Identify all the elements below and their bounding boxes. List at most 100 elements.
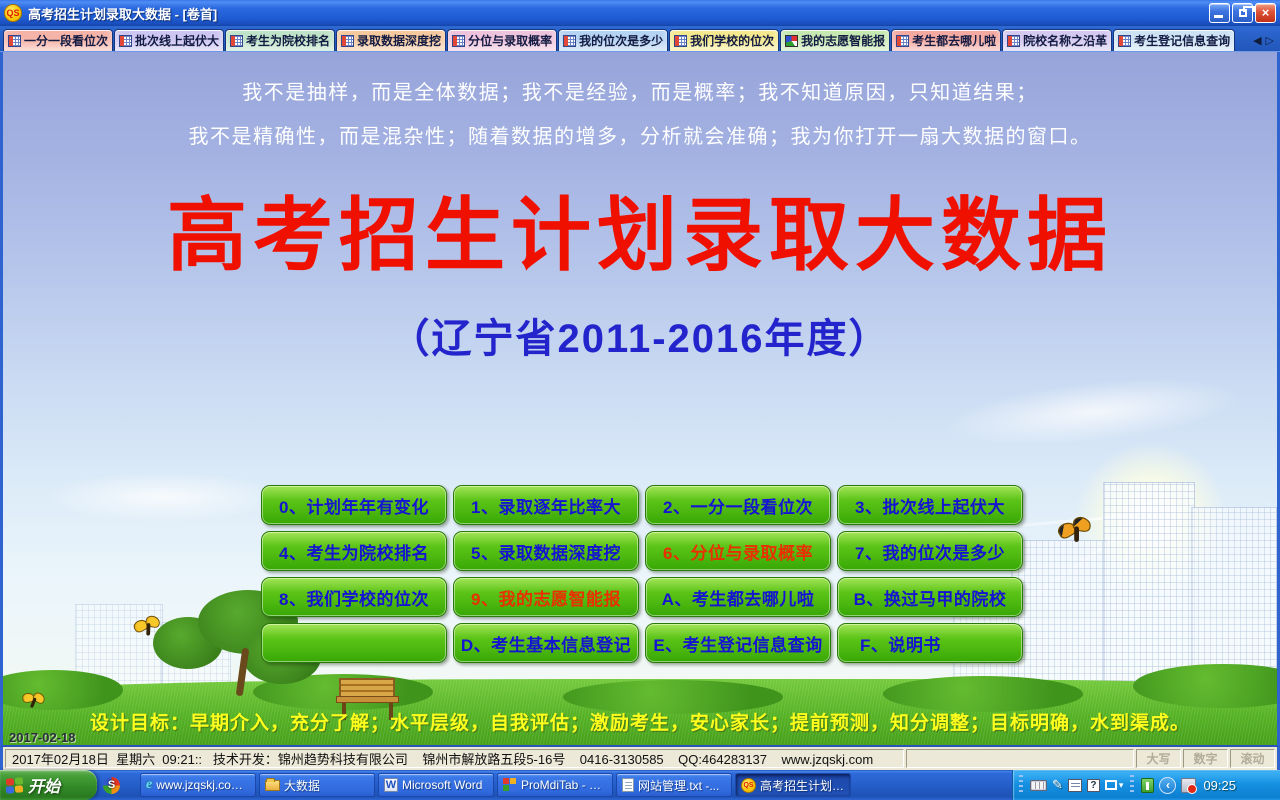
task-label: Microsoft Word [402,778,482,792]
tab-label: 考生登记信息查询 [1134,32,1230,49]
menu-button-plan-changes[interactable]: 0、计划年年有变化 [261,485,447,525]
menu-button-batch-line[interactable]: 3、批次线上起伏大 [837,485,1023,525]
tab-label: 录取数据深度挖 [357,32,441,49]
tab-label: 分位与录取概率 [468,32,552,49]
tray-grip [1019,775,1023,795]
table-icon [341,35,354,47]
cloud-decoration [43,472,283,522]
menu-button-score-segment-rank[interactable]: 2、一分一段看位次 [645,485,831,525]
tab-label: 一分一段看位次 [24,32,108,49]
task-label: 高考招生计划录... [760,777,845,794]
building [1011,540,1107,696]
table-icon [563,35,576,47]
butterfly-icon [133,613,164,639]
window-title: 高考招生计划录取大数据 - [卷首] [28,4,217,23]
minimize-icon [1214,15,1223,18]
keyboard-icon[interactable] [1030,780,1047,791]
start-label: 开始 [28,773,60,797]
menu-button-percentile-probability[interactable]: 6、分位与录取概率 [645,531,831,571]
start-button[interactable]: 开始 [0,770,97,800]
page-title: 高考招生计划录取大数据 [3,194,1277,278]
hide-icons-chevron-icon[interactable]: ‹ [1159,777,1176,794]
task-label: 大数据 [284,777,320,794]
menu-button-smart-application[interactable]: 9、我的志愿智能报 [453,577,639,617]
tab-registration-query[interactable]: 考生登记信息查询 [1113,29,1235,51]
menu-button-manual[interactable]: F、说明书 [837,623,1023,663]
butterfly-icon [1056,513,1096,547]
table-icon [8,35,21,47]
task-word[interactable]: W Microsoft Word [378,773,494,797]
status-info-text: 2017年02月18日 星期六 09:21:: 技术开发：锦州趋势科技有限公司 … [5,749,904,768]
usb-drive-icon[interactable] [1141,778,1154,793]
tab-college-name-history[interactable]: 院校名称之沿革 [1002,29,1112,51]
table-icon [896,35,909,47]
tab-our-school-rank[interactable]: 我们学校的位次 [669,29,779,51]
language-bar-icon[interactable] [1105,780,1117,790]
bush-decoration [883,676,1083,712]
app-logo-icon: QS [741,778,756,793]
quick-launch-icon[interactable]: S [103,777,120,794]
pen-icon[interactable]: ✎ [1052,777,1063,793]
task-alert-icon[interactable] [1181,778,1196,793]
folder-icon [265,780,280,791]
task-label: 网站管理.txt -... [638,777,719,794]
table-icon [230,35,243,47]
page-subtitle: （辽宁省2011-2016年度） [3,306,1277,364]
tab-scroll-right-icon[interactable]: ▷ [1266,34,1274,47]
tab-label: 院校名称之沿革 [1023,32,1107,49]
help-icon[interactable]: ? [1087,779,1100,792]
design-goal-text: 设计目标：早期介入，充分了解；水平层级，自我评估；激励考生，安心家长；提前预测，… [3,708,1277,735]
table-icon [1118,35,1131,47]
task-gaokao-app[interactable]: QS 高考招生计划录... [735,773,851,797]
tab-candidate-college-ranking[interactable]: 考生为院校排名 [225,29,335,51]
slogan-line-2: 我不是精确性，而是混杂性；随着数据的增多，分析就会准确；我为你打开一扇大数据的窗… [3,120,1277,149]
table-icon [1007,35,1020,47]
app-logo-icon: QS [4,4,22,22]
task-website[interactable]: e www.jzqskj.com... [140,773,256,797]
tab-admission-data-mining[interactable]: 录取数据深度挖 [336,29,446,51]
menu-button-my-rank[interactable]: 7、我的位次是多少 [837,531,1023,571]
menu-button-candidate-ranking[interactable]: 4、考生为院校排名 [261,531,447,571]
title-bar: QS 高考招生计划录取大数据 - [卷首] × [0,0,1280,26]
menu-button-renamed-colleges[interactable]: B、换过马甲的院校 [837,577,1023,617]
tab-label: 考生为院校排名 [246,32,330,49]
chart-icon [785,35,798,47]
tab-smart-application[interactable]: 我的志愿智能报 [780,29,890,51]
minimize-button[interactable] [1209,3,1230,23]
tab-my-rank[interactable]: 我的位次是多少 [558,29,668,51]
menu-button-registration-query[interactable]: E、考生登记信息查询 [645,623,831,663]
building [1103,482,1195,696]
windows-logo-icon [6,777,23,794]
menu-button-data-mining[interactable]: 5、录取数据深度挖 [453,531,639,571]
tab-scroll-left-icon[interactable]: ◀ [1253,34,1261,47]
close-button[interactable]: × [1255,3,1276,23]
task-label: www.jzqskj.com... [156,778,250,792]
promditab-icon [503,778,517,792]
menu-button-our-school-rank[interactable]: 8、我们学校的位次 [261,577,447,617]
status-empty-panel [906,749,1134,768]
tab-label: 我的位次是多少 [579,32,663,49]
menu-button-blank[interactable] [261,623,447,663]
restore-icon [1239,9,1247,17]
task-notepad[interactable]: 网站管理.txt -... [616,773,732,797]
internet-explorer-icon: e [146,778,152,792]
task-bigdata-folder[interactable]: 大数据 [259,773,375,797]
restore-button[interactable] [1232,3,1253,23]
notepad-icon [622,778,634,792]
table-icon [119,35,132,47]
tab-batch-line-fluctuation[interactable]: 批次线上起伏大 [114,29,224,51]
menu-button-where-candidates-go[interactable]: A、考生都去哪儿啦 [645,577,831,617]
menu-button-basic-info-register[interactable]: D、考生基本信息登记 [453,623,639,663]
tab-label: 考生都去哪儿啦 [912,32,996,49]
language-options-arrow-icon[interactable]: ▾ [1119,780,1124,791]
task-promditab[interactable]: ProMdiTab - Mi... [497,773,613,797]
tab-score-segment-rank[interactable]: 一分一段看位次 [3,29,113,51]
clock: 09:25 [1203,778,1236,793]
desktop: QS 高考招生计划录取大数据 - [卷首] × 一分一段看位次 批次线上起伏大 … [0,0,1280,800]
tab-where-candidates-go[interactable]: 考生都去哪儿啦 [891,29,1001,51]
date-stamp: 2017-02-18 [9,730,76,745]
taskbar: 开始 S e www.jzqskj.com... 大数据 W Microsoft… [0,770,1280,800]
tab-percentile-probability[interactable]: 分位与录取概率 [447,29,557,51]
input-pad-icon[interactable] [1068,779,1082,792]
menu-button-admission-ratio[interactable]: 1、录取逐年比率大 [453,485,639,525]
